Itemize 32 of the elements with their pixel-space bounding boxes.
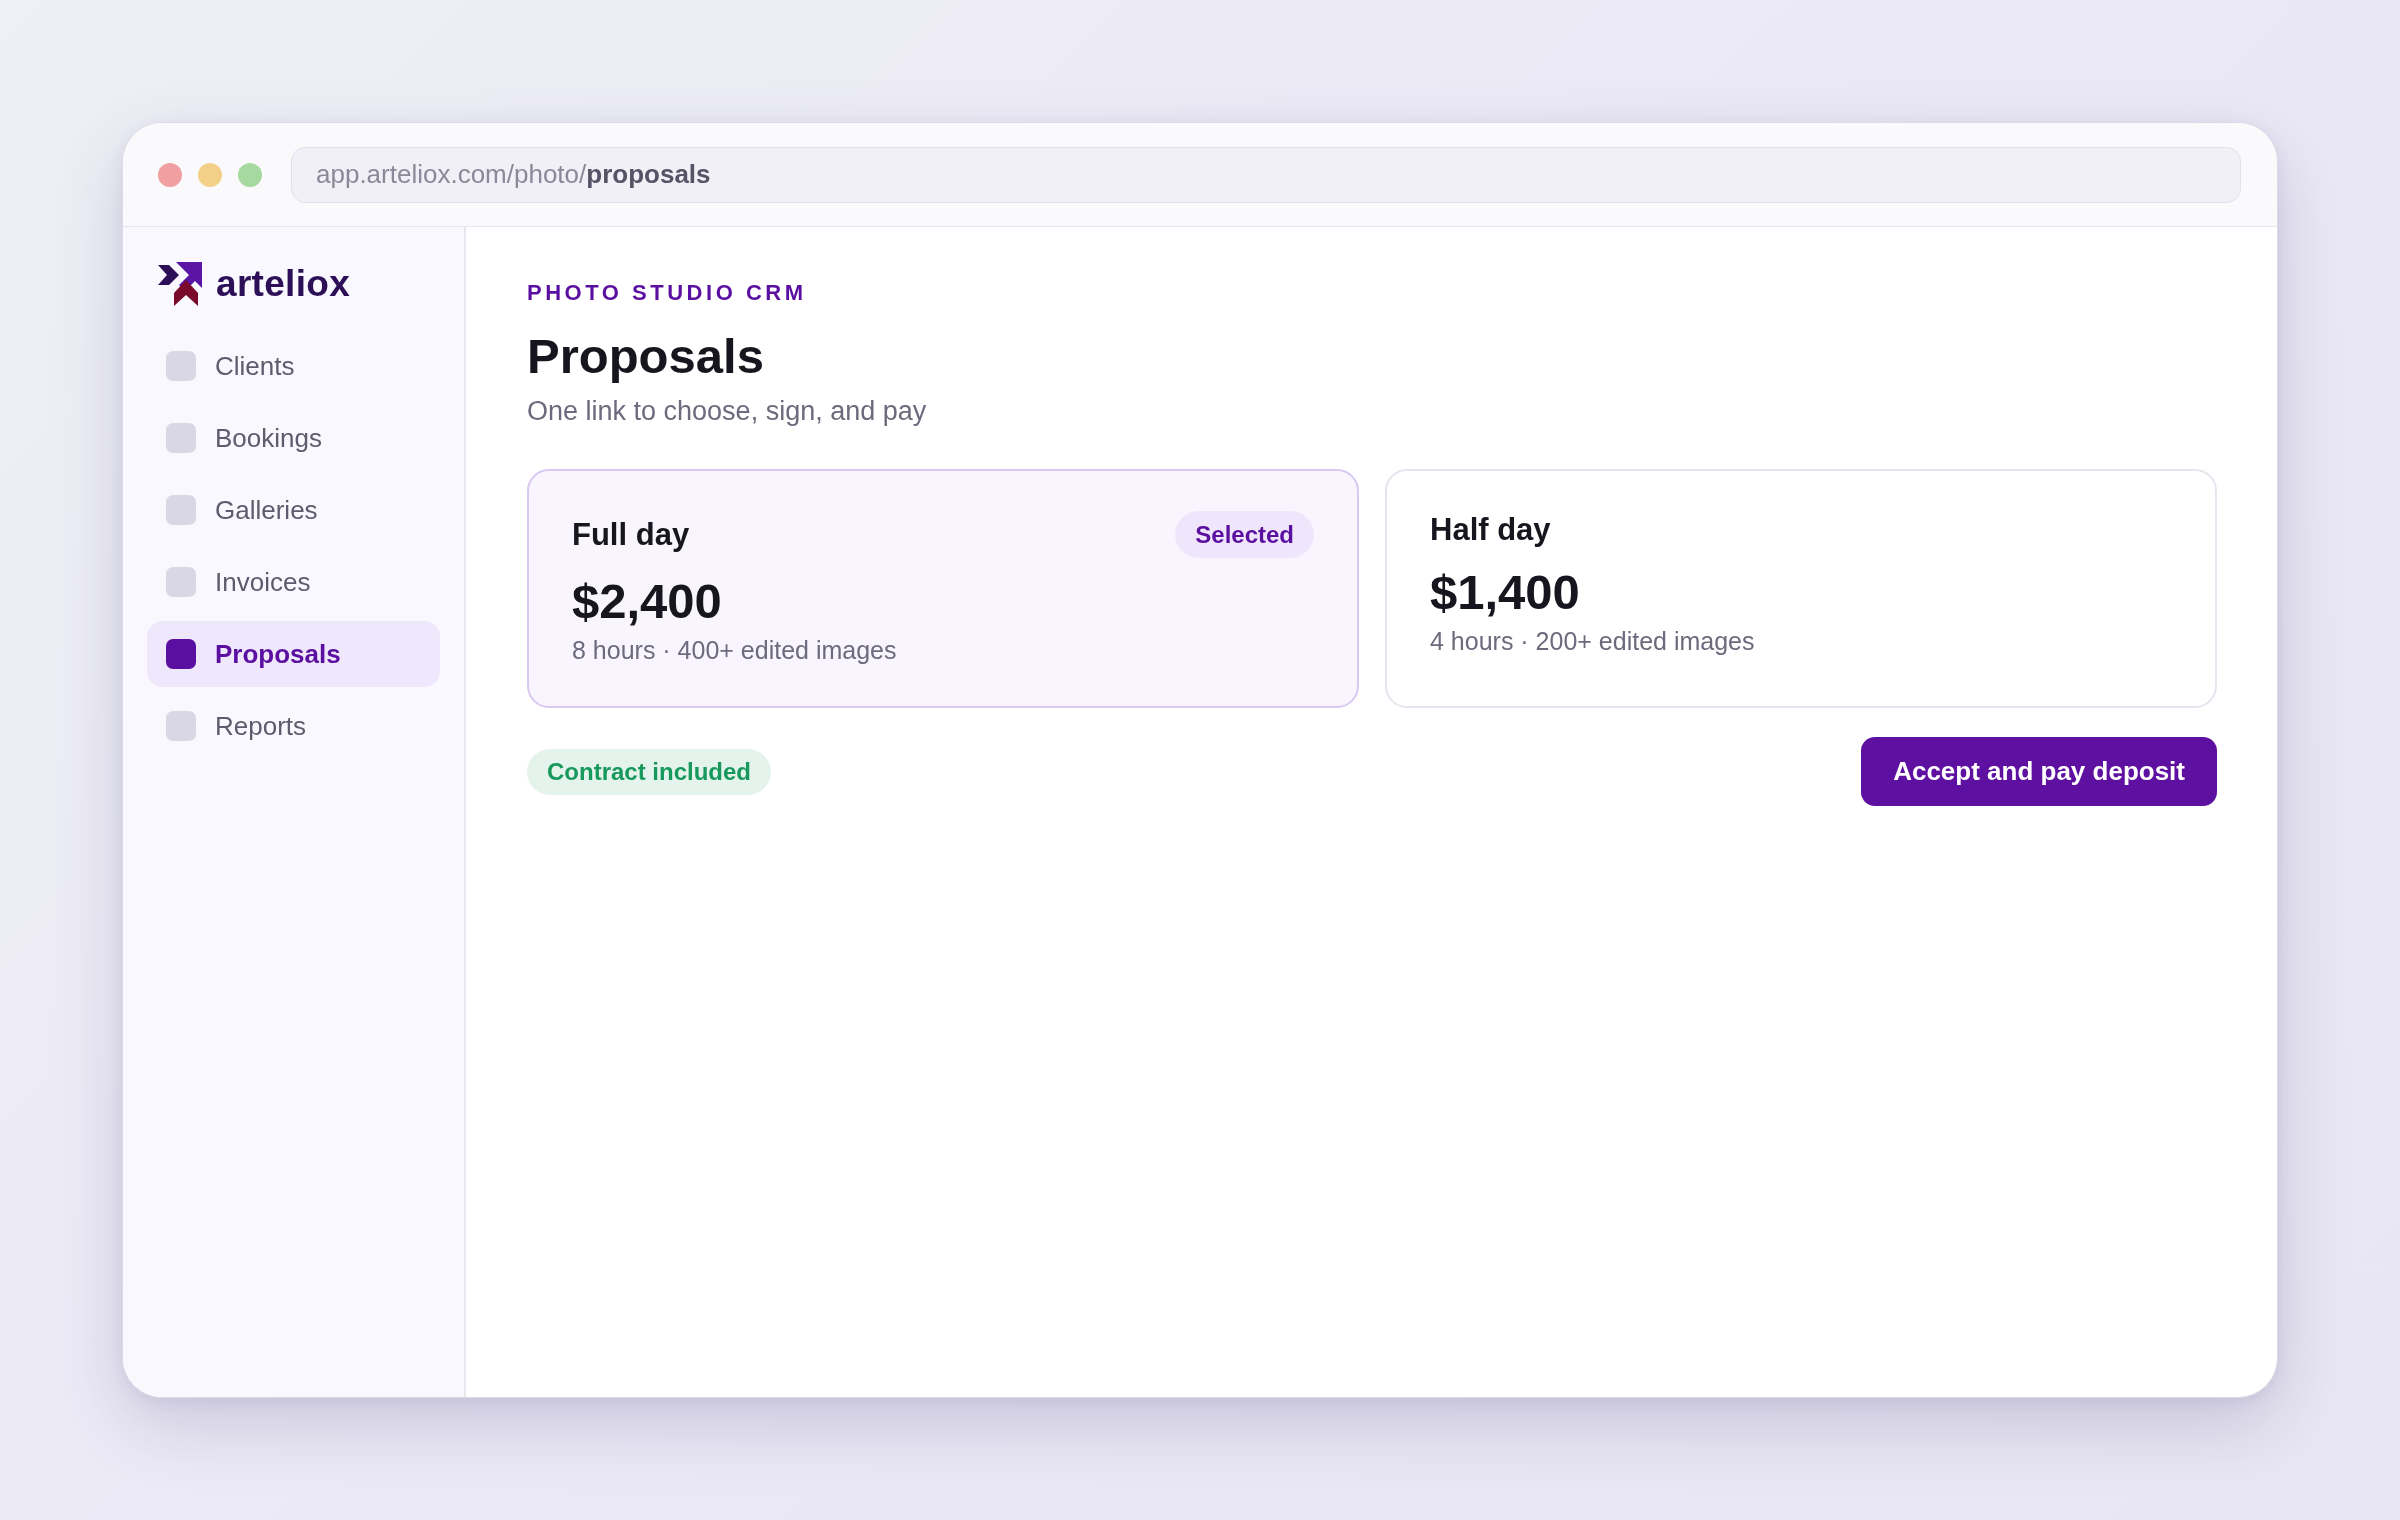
nav-item[interactable]: Bookings <box>147 405 440 471</box>
brand-name: arteliox <box>216 262 350 306</box>
page-title: Proposals <box>527 328 765 385</box>
page-subtitle: One link to choose, sign, and pay <box>527 395 928 428</box>
package-card[interactable]: Half day $1,400 4 hours · 200+ edited images <box>1385 469 2217 708</box>
nav-square-icon <box>166 711 196 741</box>
package-card[interactable]: Full day Selected $2,400 8 hours · 400+ edited images <box>527 469 1359 708</box>
nav-item[interactable]: Invoices <box>147 549 440 615</box>
package-price: $2,400 <box>572 573 723 629</box>
package-name: Half day <box>1430 511 1551 549</box>
nav-square-icon <box>166 423 196 453</box>
window-dot-icon[interactable] <box>158 162 182 187</box>
window-dot-icon[interactable] <box>198 162 222 187</box>
nav-item[interactable]: Galleries <box>147 477 440 543</box>
nav-square-icon <box>166 495 196 525</box>
nav-item[interactable]: Clients <box>147 333 440 399</box>
nav-item[interactable]: Proposals <box>147 621 440 687</box>
address-bar[interactable]: app.arteliox.com/photo/proposals <box>291 146 2241 203</box>
package-details: 4 hours · 200+ edited images <box>1430 626 1756 657</box>
logo-icon <box>158 262 202 306</box>
accept-deposit-button[interactable]: Accept and pay deposit <box>1861 737 2217 806</box>
nav-square-icon <box>166 639 196 669</box>
nav-square-icon <box>166 351 196 381</box>
package-name: Full day <box>572 515 690 554</box>
section-label: PHOTO STUDIO CRM <box>527 279 808 307</box>
contract-badge: Contract included <box>527 748 771 795</box>
nav-item[interactable]: Reports <box>147 693 440 759</box>
window-dot-icon[interactable] <box>238 162 262 187</box>
package-details: 8 hours · 400+ edited images <box>572 635 898 666</box>
nav-square-icon <box>166 567 196 597</box>
selected-badge: Selected <box>1175 511 1314 558</box>
package-price: $1,400 <box>1430 564 1581 620</box>
